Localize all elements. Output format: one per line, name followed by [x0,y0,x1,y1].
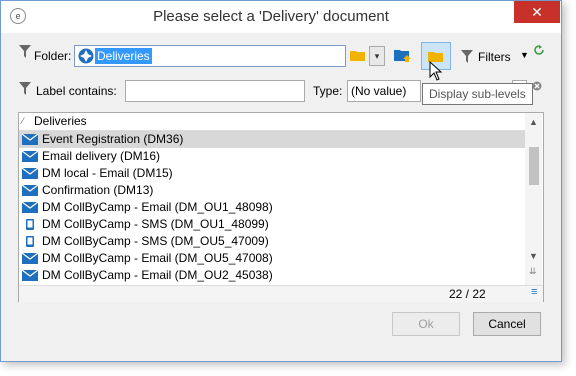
list-item[interactable]: DM CollByCamp - Email (DM_OU2_45038) [19,267,525,284]
list-footer: 22 / 22 ≡ [19,285,543,302]
mobile-icon [26,236,34,247]
filter-icon [19,45,31,58]
label-filter-icon [19,82,31,95]
list-item[interactable]: DM CollByCamp - SMS (DM_OU1_48099) [19,216,525,233]
scroll-down-icon[interactable]: ▼ [529,251,538,261]
filters-dropdown-icon[interactable]: ▼ [520,50,529,60]
type-input[interactable]: (No value) [347,80,421,102]
scroll-up-icon[interactable]: ▲ [529,117,538,127]
clear-filter-icon[interactable] [532,81,542,91]
dialog-title: Please select a 'Delivery' document [153,8,389,25]
select-delivery-dialog: e Please select a 'Delivery' document ✕ … [0,0,562,362]
display-sub-levels-tooltip: Display sub-levels [422,83,533,105]
email-icon [22,134,38,145]
list-item-label: DM CollByCamp - SMS (DM_OU5_47009) [42,234,269,248]
deliveries-folder-icon [78,48,94,64]
list-item-label: DM CollByCamp - Email (DM_OU1_48098) [42,200,273,214]
folder-value: Deliveries [95,48,152,64]
email-icon [22,253,38,264]
title-bar: e Please select a 'Delivery' document ✕ [1,1,561,33]
list-item-label: DM local - Email (DM15) [42,166,173,180]
list-item-label: DM CollByCamp - SMS (DM_OU1_48099) [42,217,269,231]
email-icon [22,151,38,162]
deliveries-list: ⁄ Deliveries Event Registration (DM36) Em… [18,112,544,302]
scrollbar-thumb[interactable] [529,147,539,185]
list-item[interactable]: Confirmation (DM13) [19,182,525,199]
cancel-button[interactable]: Cancel [473,312,541,336]
list-menu-icon[interactable]: ≡ [531,286,537,298]
email-icon [22,185,38,196]
refresh-icon[interactable] [534,45,544,55]
folder-label: Folder: [34,49,72,63]
filters-label[interactable]: Filters [478,50,511,64]
email-icon [22,270,38,281]
sort-icon: ⁄ [22,116,24,126]
folder-dropdown-button[interactable]: ▾ [369,46,385,66]
item-count: 22 / 22 [449,287,486,301]
email-icon [22,168,38,179]
list-item-label: Event Registration (DM36) [42,132,184,146]
close-button[interactable]: ✕ [514,1,560,23]
list-item-label: DM CollByCamp - Email (DM_OU2_45038) [42,268,273,282]
column-header-deliveries: Deliveries [34,114,87,128]
list-item-label: DM CollByCamp - Email (DM_OU5_47008) [42,251,273,265]
vertical-scrollbar[interactable]: ▲ ▼ ⇊ [525,113,542,285]
label-contains-label: Label contains: [36,84,117,98]
list-item[interactable]: DM local - Email (DM15) [19,165,525,182]
scroll-end-icon[interactable]: ⇊ [529,266,537,277]
list-item-label: Email delivery (DM16) [42,149,161,163]
list-item[interactable]: DM CollByCamp - Email (DM_OU1_48098) [19,199,525,216]
folder-up-icon[interactable] [394,47,412,63]
mouse-cursor-icon [429,61,443,81]
list-item[interactable]: Email delivery (DM16) [19,148,525,165]
mobile-icon [26,219,34,230]
filters-icon [461,50,473,63]
list-item[interactable]: DM CollByCamp - Email (DM_OU5_47008) [19,250,525,267]
type-label: Type: [313,84,343,98]
ok-button[interactable]: Ok [392,312,460,336]
email-icon [22,202,38,213]
list-item[interactable]: DM CollByCamp - SMS (DM_OU5_47009) [19,233,525,250]
folder-input[interactable]: Deliveries [74,45,346,67]
list-item[interactable]: Event Registration (DM36) [19,131,525,148]
label-contains-input[interactable] [125,80,305,102]
browse-folder-icon[interactable] [350,49,366,62]
list-header[interactable]: ⁄ Deliveries [19,113,525,131]
list-item-label: Confirmation (DM13) [42,183,154,197]
